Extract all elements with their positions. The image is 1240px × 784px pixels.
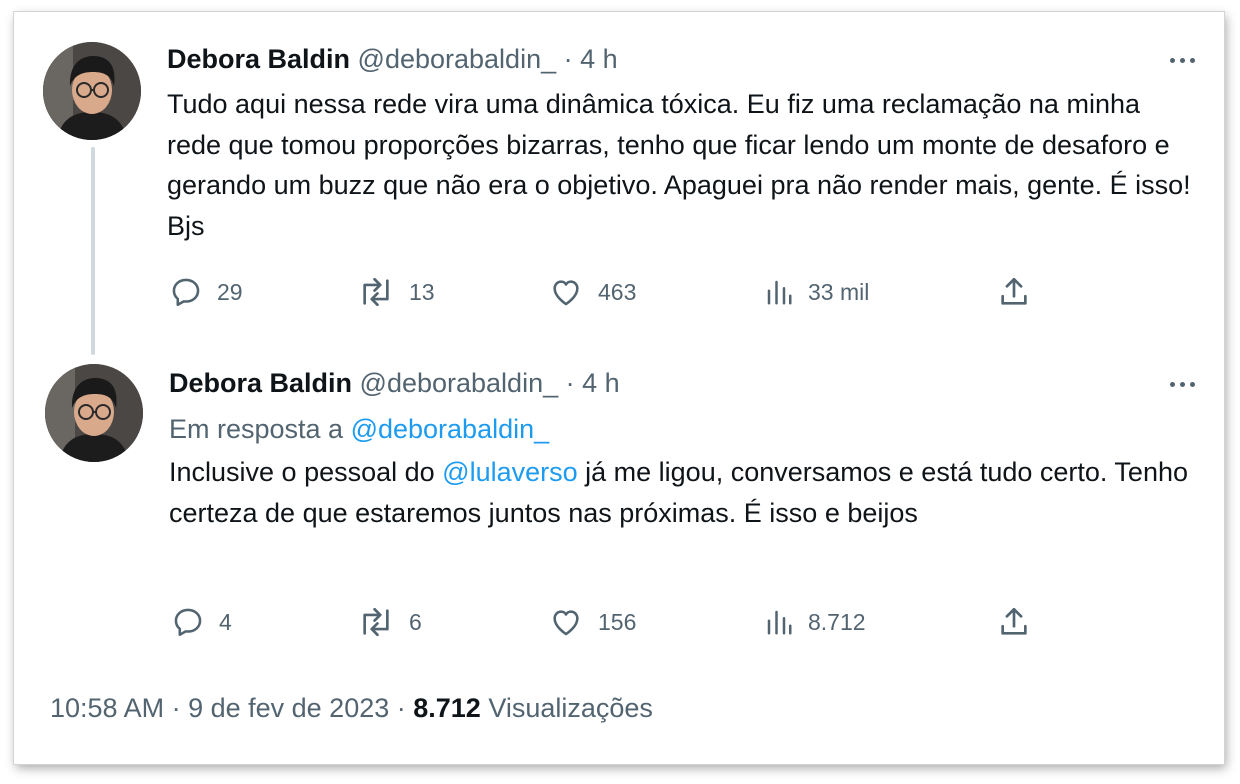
retweet-button[interactable]: 6 (357, 602, 422, 642)
tweet-time[interactable]: 4 h (582, 368, 620, 398)
views-button[interactable]: 33 mil (764, 272, 869, 312)
share-button[interactable] (997, 272, 1031, 312)
tweet-text: Tudo aqui nessa rede vira uma dinâmica t… (167, 89, 1191, 241)
author-name[interactable]: Debora Baldin (169, 368, 352, 398)
more-dots-icon[interactable] (1162, 50, 1202, 70)
header-separator: · (563, 44, 573, 74)
retweet-icon (363, 607, 389, 637)
retweet-button[interactable]: 13 (357, 272, 435, 312)
tweet-text: Inclusive o pessoal do @lulaverso já me … (169, 452, 1199, 533)
views-chart-icon (767, 280, 792, 305)
reply-to-handle-link[interactable]: @deborabaldin_ (351, 414, 550, 444)
views-total: 8.712 (413, 693, 481, 723)
reply-icon (172, 278, 200, 307)
views-count: 33 mil (808, 278, 870, 305)
avatar[interactable] (45, 364, 143, 462)
reply-to-label: Em resposta a (169, 414, 351, 444)
like-count: 463 (598, 278, 637, 305)
tweet-header: Debora Baldin @deborabaldin_ · 4 h (167, 43, 618, 75)
author-name[interactable]: Debora Baldin (167, 44, 350, 74)
like-button[interactable]: 463 (548, 272, 636, 312)
header-separator: · (565, 368, 575, 398)
retweet-count: 6 (409, 608, 422, 635)
reply-count: 29 (217, 278, 243, 305)
share-icon (1001, 607, 1027, 635)
mention-link[interactable]: @lulaverso (442, 457, 577, 487)
views-button[interactable]: 8.712 (764, 602, 866, 642)
avatar[interactable] (43, 42, 141, 140)
tweet-time[interactable]: 4 h (580, 44, 618, 74)
reply-button[interactable]: 29 (169, 272, 243, 312)
tweet-thread-card: Debora Baldin @deborabaldin_ · 4 h Tudo … (14, 12, 1224, 764)
tweet-text-part: Inclusive o pessoal do (169, 457, 443, 487)
tweet-header: Debora Baldin @deborabaldin_ · 4 h (169, 367, 620, 399)
share-button[interactable] (997, 602, 1031, 642)
thread-connector-line (91, 147, 95, 355)
reply-context: Em resposta a @deborabaldin_ (169, 411, 549, 447)
tweet-metadata-footer: 10:58 AM · 9 de fev de 2023 · 8.712 Visu… (50, 690, 653, 726)
reply-icon (174, 608, 202, 637)
views-label: Visualizações (480, 693, 653, 723)
author-handle[interactable]: @deborabaldin_ (358, 44, 557, 74)
retweet-count: 13 (409, 278, 435, 305)
share-icon (1001, 277, 1027, 305)
reply-count: 4 (219, 608, 232, 635)
like-button[interactable]: 156 (548, 602, 636, 642)
views-count: 8.712 (808, 608, 866, 635)
like-count: 156 (598, 608, 637, 635)
author-handle[interactable]: @deborabaldin_ (360, 368, 559, 398)
heart-icon (553, 280, 579, 306)
more-dots-icon[interactable] (1162, 374, 1202, 394)
tweet-timestamp[interactable]: 10:58 AM · 9 de fev de 2023 · (50, 693, 413, 723)
retweet-icon (363, 277, 389, 307)
reply-button[interactable]: 4 (171, 602, 232, 642)
heart-icon (553, 610, 579, 636)
views-chart-icon (767, 610, 792, 635)
